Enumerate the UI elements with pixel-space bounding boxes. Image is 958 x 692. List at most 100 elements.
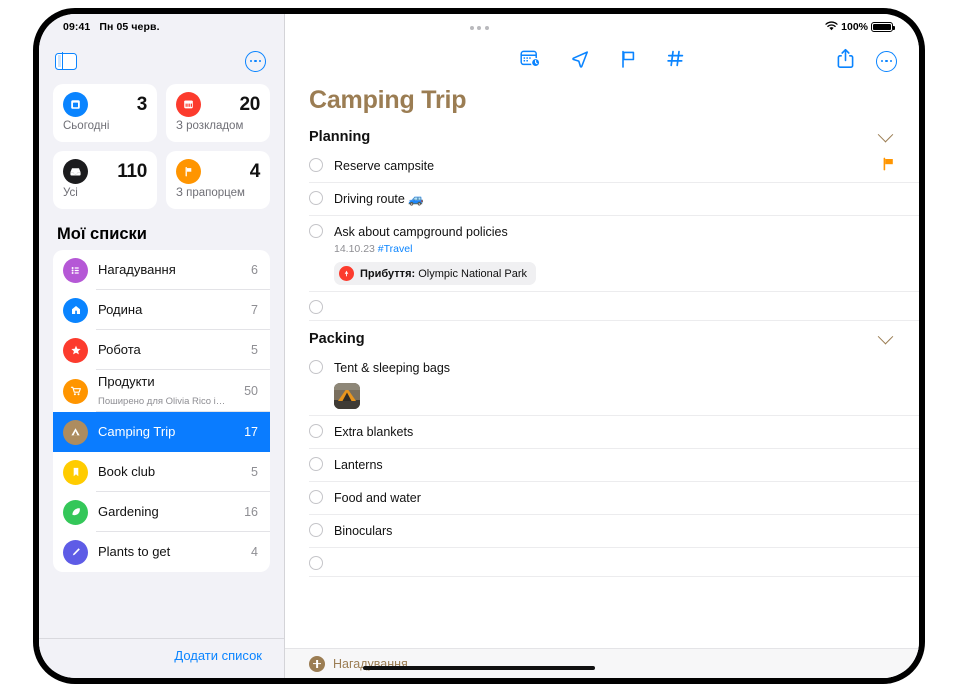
battery-icon [871,21,896,33]
sidebar-toggle-icon[interactable] [55,51,77,71]
reminder-row[interactable]: Binoculars [285,515,919,548]
reminder-checkbox[interactable] [309,360,323,374]
detail-more-icon[interactable] [876,50,897,72]
sidebar-toolbar [39,40,284,82]
sidebar-item-plants-to-get[interactable]: Plants to get 4 [53,532,270,572]
ipad-device-frame: 09:41 Пн 05 черв. 100% 3 Сьогодні 20 З р… [33,8,925,684]
sidebar-item-groceries[interactable]: Продукти Поширено для Olivia Rico i… 50 [53,370,270,412]
reminder-title: Ask about campground policies [334,225,508,239]
smart-card-all[interactable]: 110 Усі [53,151,157,209]
section-title: Packing [309,331,365,347]
section-header-planning: Planning [285,125,919,150]
tray-icon [63,159,88,184]
reminder-row[interactable]: Ask about campground policies 14.10.23 #… [285,216,919,292]
cart-icon [63,378,88,404]
leaf-icon [63,499,88,525]
sidebar: 3 Сьогодні 20 З розкладом 110 Усі 4 З пр… [39,14,285,678]
status-time: 09:41 [63,21,91,33]
smart-card-label: З прапорцем [176,187,245,199]
star-icon [63,337,88,363]
flag-outline-icon[interactable] [619,49,637,74]
reminder-row[interactable]: Food and water [285,482,919,515]
sidebar-more-icon[interactable] [245,50,266,72]
list-count: 17 [244,425,258,439]
location-pin-icon [339,266,354,281]
tent-icon [63,419,88,445]
sidebar-item-work[interactable]: Робота 5 [53,330,270,370]
status-bar: 09:41 Пн 05 черв. 100% [39,14,919,40]
chevron-down-icon[interactable] [877,328,894,344]
reminder-row[interactable]: Tent & sleeping bags [285,352,919,416]
smart-card-today[interactable]: 3 Сьогодні [53,84,157,142]
reminder-title: Driving route 🚙 [334,192,424,206]
reminder-checkbox[interactable] [309,556,323,570]
location-arrow-icon[interactable] [570,49,590,74]
calendar-badge-clock-icon[interactable] [519,49,541,73]
reminder-row-empty[interactable] [285,292,919,321]
house-icon [63,297,88,323]
reminder-checkbox[interactable] [309,224,323,238]
list-name: Gardening [98,504,159,519]
status-date: Пн 05 черв. [99,21,160,33]
add-list-button[interactable]: Додати список [174,648,262,663]
reminders-scroll-area[interactable]: Planning Reserve campsite Driving route … [285,125,919,648]
list-name: Camping Trip [98,424,176,439]
share-icon[interactable] [837,48,854,74]
reminder-checkbox[interactable] [309,191,323,205]
list-name: Робота [98,342,141,357]
list-shared-subtitle: Поширено для Olivia Rico i… [98,396,226,407]
sidebar-item-reminders[interactable]: Нагадування 6 [53,250,270,290]
hashtag-icon[interactable] [666,49,685,73]
chevron-down-icon[interactable] [877,126,894,142]
home-indicator[interactable] [39,665,919,670]
reminder-checkbox[interactable] [309,490,323,504]
list-name: Plants to get [98,544,171,559]
tent-photo-thumbnail[interactable] [334,383,360,409]
reminder-checkbox[interactable] [309,523,323,537]
location-badge-text: Прибуття: Olympic National Park [360,268,527,280]
reminder-title: Reserve campsite [334,159,435,173]
flag-icon[interactable] [874,157,895,176]
reminder-row[interactable]: Reserve campsite [285,150,919,183]
sidebar-item-camping-trip[interactable]: Camping Trip 17 [53,412,270,452]
section-title: Planning [309,129,371,145]
smart-card-label: З розкладом [176,120,244,132]
bookmark-icon [63,459,88,485]
detail-toolbar-center [285,49,919,74]
reminder-meta: 14.10.23 #Travel [334,243,895,255]
calendar-day-icon [63,92,88,117]
add-reminder-bar[interactable]: Нагадування [285,648,919,678]
list-name: Продукти [98,374,155,389]
status-bar-right: 100% [825,20,896,34]
sidebar-item-gardening[interactable]: Gardening 16 [53,492,270,532]
list-count: 16 [244,505,258,519]
list-name: Book club [98,464,156,479]
smart-card-scheduled[interactable]: 20 З розкладом [166,84,270,142]
lists-card: Нагадування 6 Родина 7 Робота 5 Продукти… [53,250,270,572]
location-badge-place: Olympic National Park [418,267,528,280]
list-count: 5 [251,343,258,357]
smart-card-count: 110 [117,160,147,182]
reminder-row[interactable]: Driving route 🚙 [285,183,919,216]
reminder-checkbox[interactable] [309,457,323,471]
reminder-row[interactable]: Extra blankets [285,416,919,449]
page-title: Camping Trip [309,86,467,114]
reminder-row-empty[interactable] [285,548,919,577]
smart-card-flagged[interactable]: 4 З прапорцем [166,151,270,209]
sidebar-item-family[interactable]: Родина 7 [53,290,270,330]
reminder-title: Food and water [334,491,421,505]
list-count: 50 [244,384,258,398]
reminder-title: Extra blankets [334,425,414,439]
reminder-date: 14.10.23 [334,243,375,255]
sidebar-item-book-club[interactable]: Book club 5 [53,452,270,492]
reminder-checkbox[interactable] [309,424,323,438]
calendar-icon [176,92,201,117]
reminder-tag[interactable]: #Travel [378,243,413,255]
reminder-checkbox[interactable] [309,158,323,172]
reminder-checkbox[interactable] [309,300,323,314]
smart-card-label: Усі [63,187,78,199]
list-name: Родина [98,302,143,317]
reminder-row[interactable]: Lanterns [285,449,919,482]
location-badge[interactable]: Прибуття: Olympic National Park [334,262,537,285]
lists-container: Нагадування 6 Родина 7 Робота 5 Продукти… [39,250,284,638]
